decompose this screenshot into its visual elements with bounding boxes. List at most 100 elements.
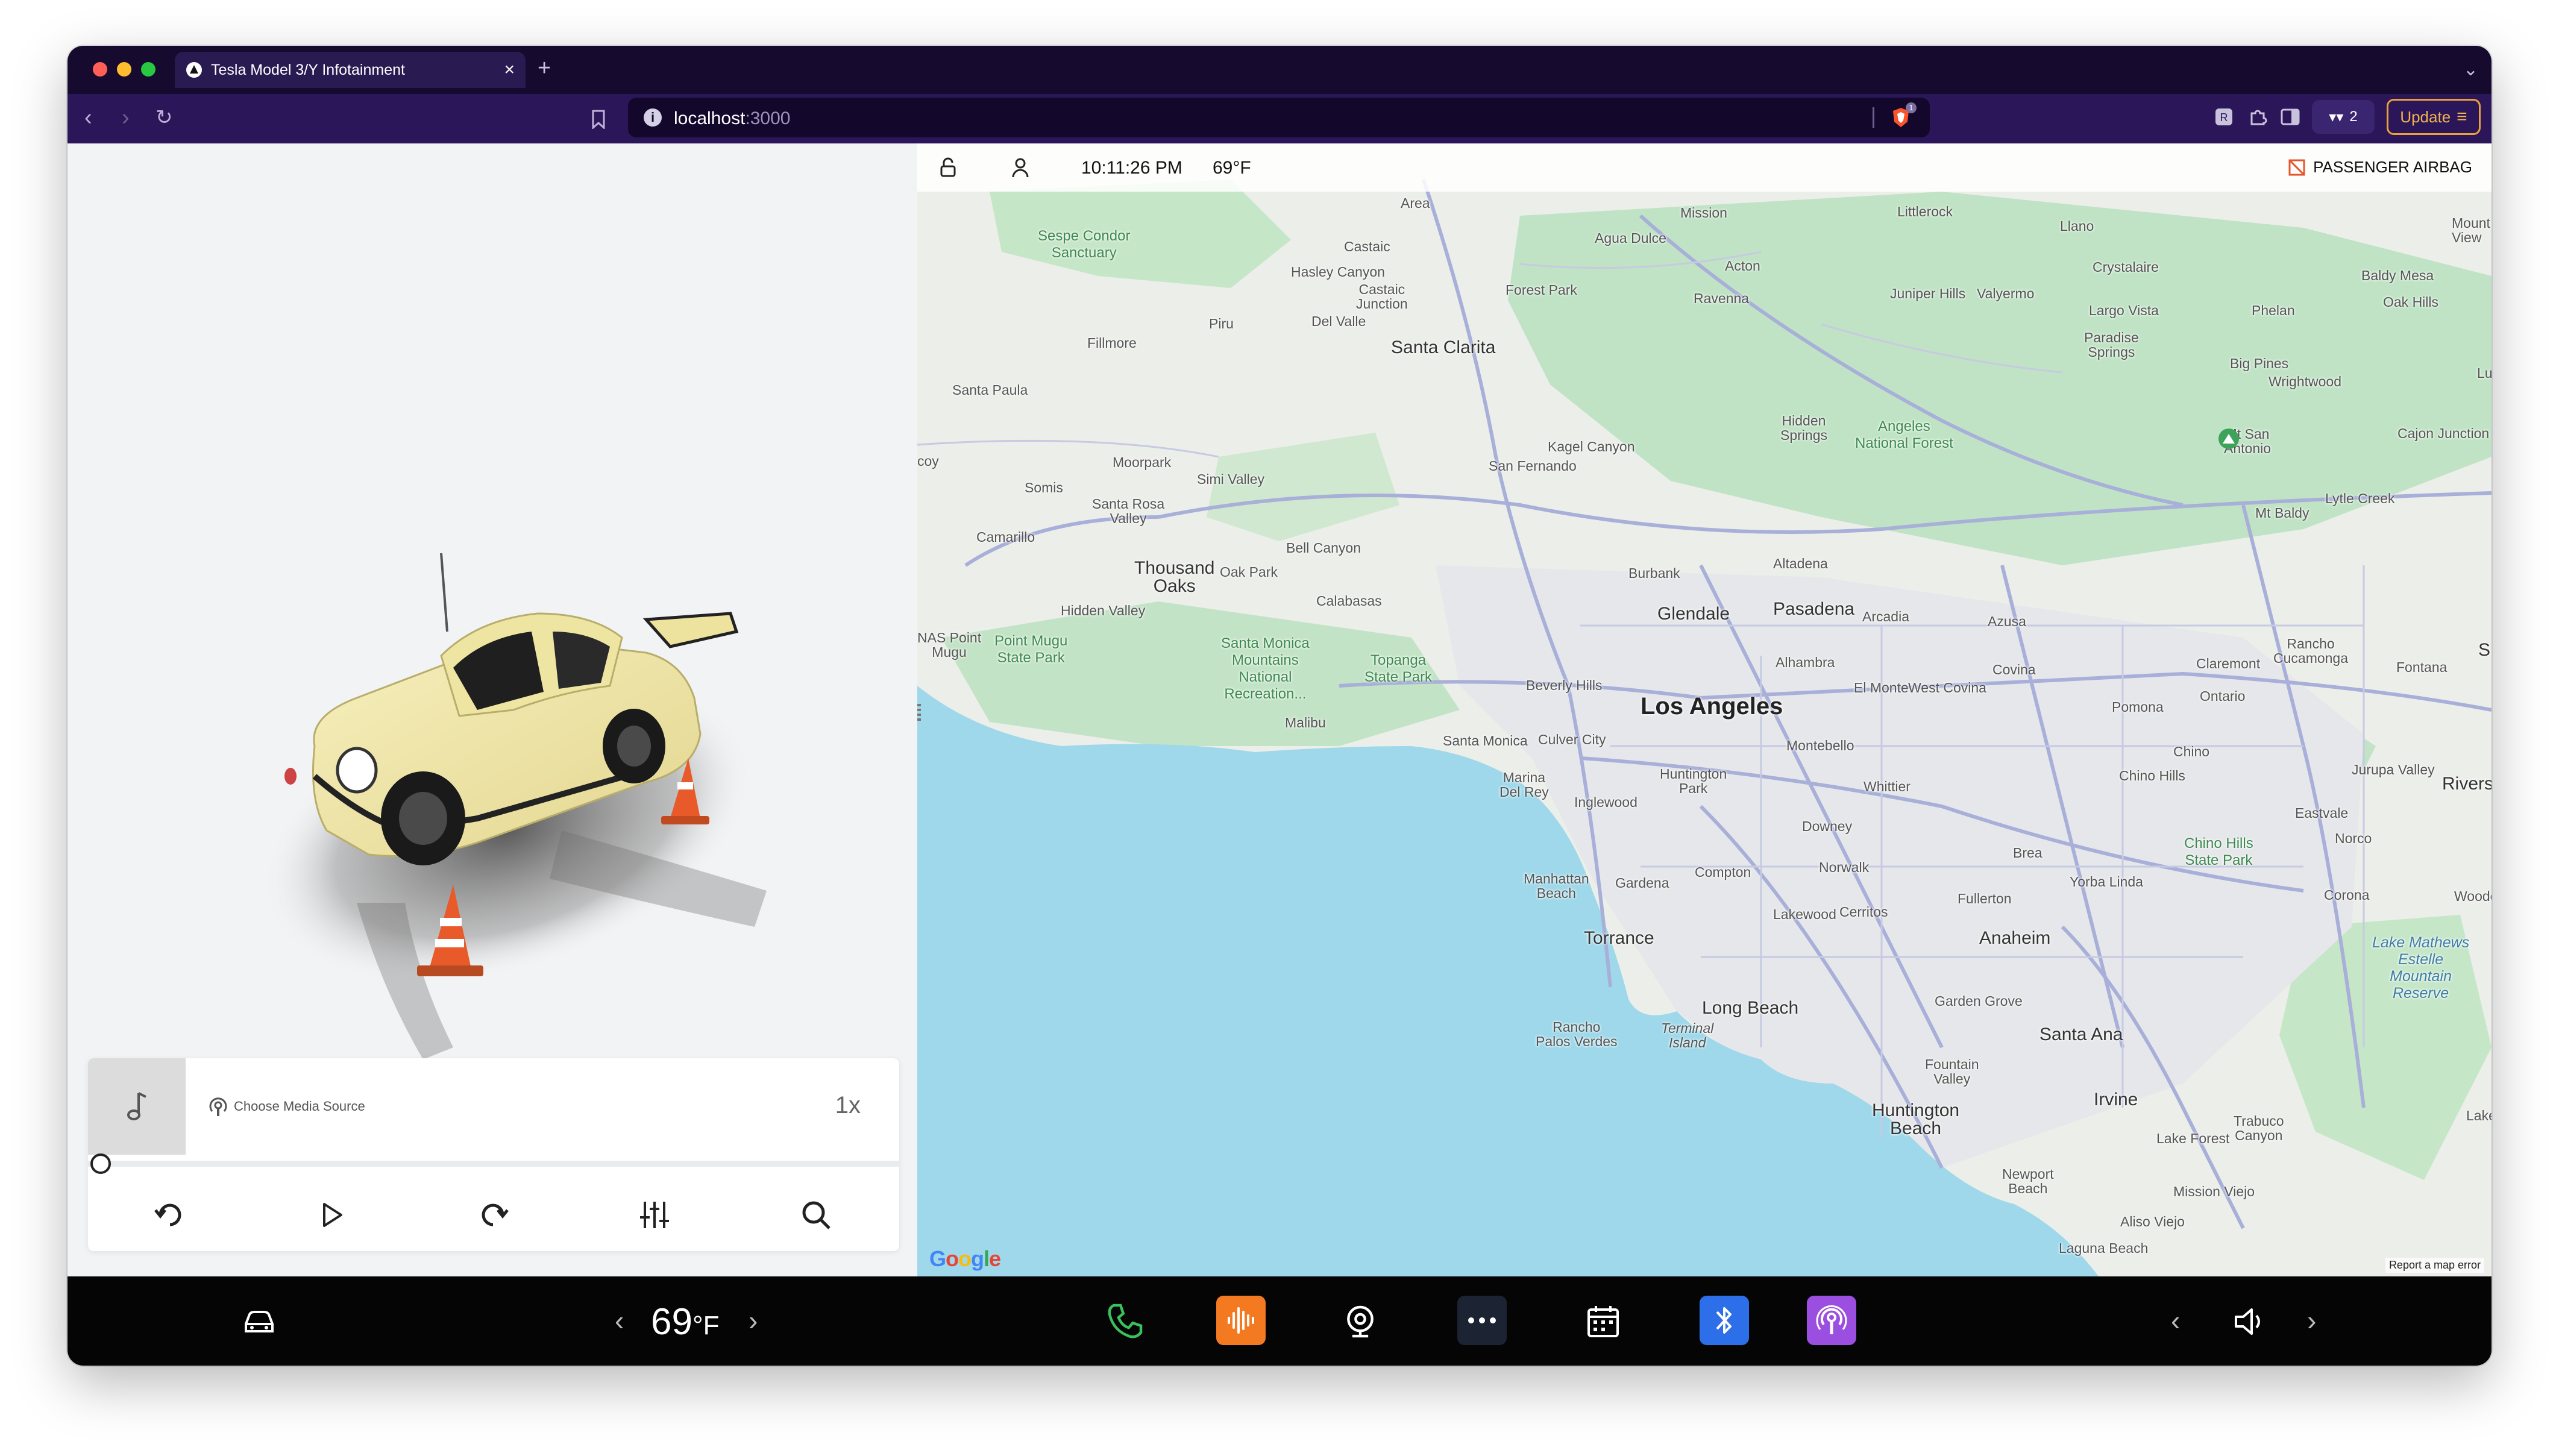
- address-bar[interactable]: i localhost:3000 1: [628, 98, 1930, 137]
- map-label-camarillo: Camarillo: [976, 529, 1035, 545]
- media-player: Choose Media Source 1x: [88, 1058, 899, 1251]
- playback-speed-button[interactable]: 1x: [835, 1092, 861, 1119]
- phone-icon[interactable]: [1103, 1298, 1146, 1345]
- map-label-norco: Norco: [2335, 830, 2372, 846]
- map-label-s: S: [2478, 640, 2491, 660]
- update-button[interactable]: Update ≡: [2387, 99, 2481, 135]
- map-label-azusa: Azusa: [1988, 613, 2026, 629]
- bluetooth-app-button[interactable]: [1700, 1296, 1749, 1345]
- map-label-llano: Llano: [2060, 218, 2094, 234]
- map-label-baldy-mesa: Baldy Mesa: [2361, 268, 2434, 283]
- person-icon[interactable]: [1010, 157, 1031, 178]
- map-label-santa-ana: Santa Ana: [2039, 1025, 2123, 1044]
- map-label-angeles-nf: Angeles National Forest: [1855, 418, 1953, 451]
- back-icon[interactable]: ‹: [84, 105, 92, 130]
- map-label-newport-beach: Newport Beach: [2002, 1166, 2054, 1196]
- rewind-icon[interactable]: [152, 1197, 188, 1233]
- play-icon[interactable]: [313, 1197, 350, 1233]
- new-tab-button[interactable]: +: [538, 55, 551, 81]
- map-label-anaheim: Anaheim: [1979, 928, 2051, 948]
- map-label-huntington-beach: Huntington Beach: [1872, 1100, 1960, 1138]
- volume-up-icon[interactable]: ›: [2307, 1305, 2316, 1335]
- map-label-del-valle: Del Valle: [1311, 313, 1366, 329]
- map-label-point-mugu-sp: Point Mugu State Park: [994, 633, 1068, 666]
- podcast-app-button[interactable]: [1807, 1296, 1856, 1345]
- map-label-woodc: Woodc: [2454, 888, 2491, 904]
- map-label-acton: Acton: [1725, 258, 1760, 274]
- forward-icon[interactable]: [475, 1197, 511, 1233]
- cabin-temperature[interactable]: 69°F: [651, 1301, 719, 1343]
- car-3d-view[interactable]: [224, 517, 947, 1120]
- music-note-icon: [127, 1092, 146, 1120]
- volume-down-icon[interactable]: ‹: [2171, 1305, 2180, 1335]
- calendar-icon[interactable]: [1584, 1298, 1622, 1345]
- browser-tab[interactable]: Tesla Model 3/Y Infotainment ×: [175, 52, 526, 88]
- map-label-littlerock: Littlerock: [1897, 204, 1953, 219]
- map-label-hasley-canyon: Hasley Canyon: [1291, 264, 1385, 280]
- more-apps-button[interactable]: [1457, 1296, 1507, 1345]
- map-label-paradise-springs: Paradise Springs: [2084, 330, 2139, 360]
- url-port: :3000: [745, 108, 791, 128]
- map-label-lytle-creek: Lytle Creek: [2325, 491, 2395, 506]
- browser-window: Tesla Model 3/Y Infotainment × + ⌄ ‹ › ↻…: [68, 46, 2491, 1366]
- map-label-oak-hills: Oak Hills: [2383, 294, 2439, 310]
- bookmark-icon[interactable]: [591, 110, 606, 129]
- car-icon[interactable]: [240, 1298, 278, 1345]
- map-label-whittier: Whittier: [1864, 779, 1911, 794]
- volume-icon[interactable]: [2231, 1298, 2270, 1345]
- map-label-nas-point-mugu: NAS Point Mugu: [917, 630, 982, 660]
- tab-list-chevron-icon[interactable]: ⌄: [2463, 59, 2478, 80]
- forward-icon[interactable]: ›: [122, 105, 130, 130]
- audio-app-button[interactable]: [1216, 1296, 1266, 1345]
- map-label-wrightwood: Wrightwood: [2269, 374, 2342, 389]
- extension-icon[interactable]: R: [2213, 106, 2235, 128]
- sidebar-toggle-icon[interactable]: [2279, 106, 2301, 128]
- menu-icon: ≡: [2457, 107, 2467, 127]
- map-label-west-covina: West Covina: [1908, 680, 1986, 695]
- puzzle-icon[interactable]: [2247, 106, 2269, 128]
- report-map-error-link[interactable]: Report a map error: [2385, 1258, 2484, 1273]
- map-view[interactable]: 10:11:26 PM 69°F PASSENGER AIRBAG Los An…: [917, 143, 2491, 1276]
- panel-resize-handle[interactable]: [917, 704, 921, 722]
- map-label-pomona: Pomona: [2112, 699, 2164, 715]
- map-label-lake-mathews: Lake Mathews Estelle Mountain Reserve: [2372, 934, 2470, 1002]
- camera-icon[interactable]: [1339, 1298, 1381, 1345]
- map-label-valyermo: Valyermo: [1977, 286, 2035, 301]
- choose-media-source[interactable]: Choose Media Source: [206, 1094, 365, 1119]
- map-label-oak-park: Oak Park: [1220, 564, 1278, 580]
- site-info-icon[interactable]: i: [644, 108, 662, 127]
- map-label-laguna-beach: Laguna Beach: [2059, 1240, 2149, 1256]
- minimize-window-button[interactable]: [117, 62, 131, 77]
- map-label-lakewood: Lakewood: [1773, 906, 1836, 922]
- map-label-castaic: Castaic: [1344, 239, 1390, 254]
- map-label-mount-view: Mount View: [2452, 215, 2490, 245]
- map-label-somis: Somis: [1025, 480, 1063, 495]
- reload-icon[interactable]: ↻: [155, 105, 173, 130]
- album-art[interactable]: [88, 1058, 186, 1155]
- media-controls: [88, 1179, 899, 1251]
- progress-knob[interactable]: [90, 1153, 111, 1174]
- map-label-norwalk: Norwalk: [1819, 859, 1870, 875]
- podcast-icon: [1816, 1305, 1847, 1334]
- map-label-moorpark: Moorpark: [1113, 454, 1172, 470]
- equalizer-icon[interactable]: [636, 1197, 673, 1233]
- search-icon[interactable]: [798, 1197, 834, 1233]
- temp-up-icon[interactable]: ›: [749, 1305, 758, 1335]
- temp-down-icon[interactable]: ‹: [615, 1305, 624, 1335]
- close-window-button[interactable]: [93, 62, 107, 77]
- close-tab-icon[interactable]: ×: [504, 60, 515, 80]
- maximize-window-button[interactable]: [141, 62, 155, 77]
- progress-track[interactable]: [88, 1161, 899, 1167]
- map-label-agua-dulce: Agua Dulce: [1595, 230, 1666, 246]
- lock-icon[interactable]: [938, 157, 958, 178]
- map-label-rancho-palos-verdes: Rancho Palos Verdes: [1536, 1019, 1618, 1049]
- map-label-chino-hills-sp: Chino Hills State Park: [2184, 835, 2253, 868]
- map-label-santa-monica: Santa Monica: [1443, 733, 1528, 748]
- dock-bar: ‹ 69°F › ‹ ›: [68, 1276, 2491, 1366]
- map-label-topanga-sp: Topanga State Park: [1364, 652, 1433, 685]
- url-host: localhost: [674, 108, 746, 128]
- map-label-rancho-cucamonga: Rancho Cucamonga: [2273, 636, 2349, 666]
- map-label-long-beach: Long Beach: [1702, 998, 1799, 1018]
- map-label-riverside: Riverside: [2442, 774, 2491, 794]
- wallet-button[interactable]: ▾▾ 2: [2312, 100, 2375, 134]
